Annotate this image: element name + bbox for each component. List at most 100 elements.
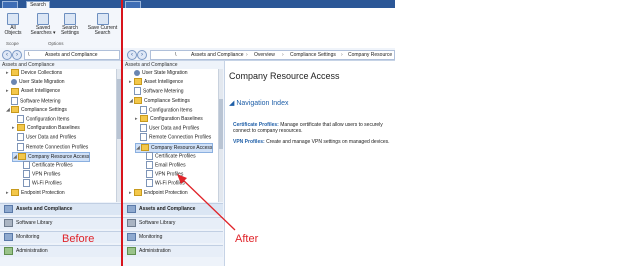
tree-item[interactable]: Certificate Profiles [18,161,73,169]
tree-item-label: Certificate Profiles [155,153,196,160]
tree-item[interactable]: Software Metering [6,96,61,105]
tree-item[interactable]: Remote Connection Profiles [135,133,211,142]
breadcrumb-item[interactable]: Overview [254,51,275,59]
tree-item[interactable]: User Data and Profiles [12,133,76,142]
folder-icon [134,96,142,104]
tree-item[interactable]: User Data and Profiles [135,124,200,133]
breadcrumb-item[interactable]: Compliance Settings [290,51,336,59]
workspace-icon [127,246,136,255]
tree-item-label: Company Resource Access [28,153,90,160]
workspace-button[interactable]: Monitoring [0,231,121,243]
button-label: Objects [4,30,22,36]
folder-icon [11,87,19,95]
tree-item-label: Configuration Baselines [27,125,80,132]
expander-icon[interactable]: ▸ [12,124,16,132]
doc-icon [23,179,30,188]
breadcrumb-root[interactable]: \ [28,51,29,59]
section-title: Navigation Index [236,100,289,107]
doc-icon [134,87,141,96]
doc-icon [140,105,147,114]
search-settings-button[interactable]: Search Settings [58,13,82,36]
breadcrumb-item[interactable]: Assets and Compliance [45,51,98,59]
section-header[interactable]: ◢ Navigation Index [229,99,288,107]
ribbon-collapsed [123,8,395,48]
tree-item[interactable]: ▸ Configuration Baselines [135,115,203,123]
tree-item[interactable]: ▸ Configuration Baselines [12,124,80,132]
before-annotation: Before [62,233,95,245]
nav-index-item: VPN Profiles: Create and manage VPN sett… [233,139,393,145]
tree-item[interactable]: Configuration Items [135,105,193,114]
workspace-button[interactable]: Software Library [0,217,121,229]
breadcrumb[interactable]: \ Assets and Compliance [24,50,120,60]
tree-item-label: Remote Connection Profiles [26,143,89,150]
expander-icon[interactable]: ◢ [6,106,10,114]
page-title: Company Resource Access [229,71,340,81]
folder-icon [17,124,25,132]
tree-item[interactable]: User State Migration [129,69,188,77]
tree-item[interactable]: ▸ Asset Intelligence [129,78,183,86]
back-arrow-icon[interactable]: ‹ [127,50,137,60]
tree-item-label: Email Profiles [155,162,186,169]
tree-item[interactable]: Certificate Profiles [141,151,196,160]
tree-item-label: Asset Intelligence [144,79,184,86]
back-arrow-icon[interactable]: ‹ [2,50,12,60]
tree-item-label: User Data and Profiles [149,125,200,132]
after-console: ‹ › \ Assets and Compliance › Overview ›… [123,0,395,266]
tree-item[interactable]: User State Migration [6,78,65,86]
breadcrumb-root[interactable]: \ [175,51,176,59]
tree-item[interactable]: VPN Profiles [18,170,60,179]
tree-item[interactable]: Email Profiles [141,161,186,169]
tree-item[interactable]: ◢ Compliance Settings [129,96,190,105]
tree-item[interactable]: Software Metering [129,87,184,96]
expander-icon[interactable]: ◢ [13,153,17,161]
button-label: Settings [60,30,80,36]
expander-icon[interactable]: ▸ [129,189,133,197]
save-current-search-button[interactable]: Save Current Search [86,13,119,36]
expander-icon[interactable]: ◢ [129,97,133,105]
tree-item-label: Configuration Items [149,107,193,114]
folder-icon [140,115,148,123]
expander-icon[interactable]: ▸ [129,78,133,86]
doc-icon [23,170,30,179]
tree-item[interactable]: ▸ Device Collections [6,69,62,77]
breadcrumb[interactable]: \ Assets and Compliance › Overview › Com… [150,50,395,60]
tree-item-label: Configuration Items [26,116,70,123]
tree-item[interactable]: Wi-Fi Profiles [18,179,62,188]
tree-item[interactable]: ▸ Asset Intelligence [6,87,60,95]
tree-item-label: User State Migration [142,70,188,76]
breadcrumb-item[interactable]: Company Resource [348,51,392,59]
doc-icon [140,124,147,133]
tree-item[interactable]: Remote Connection Profiles [12,142,89,151]
folder-icon [18,152,26,160]
doc-icon [23,161,30,169]
vpn-profiles-link[interactable]: VPN Profiles: [233,139,265,145]
save-icon [96,13,109,25]
breadcrumb-separator: › [282,52,284,58]
folder-icon [11,188,19,196]
scrollbar-thumb[interactable] [219,99,223,149]
workspace-button[interactable]: Administration [0,245,121,257]
saved-searches-button[interactable]: Saved Searches ▾ [30,13,56,36]
folder-icon [134,78,142,86]
tree-item-label: Software Metering [143,88,184,95]
tree-item[interactable]: ▸ Endpoint Protection [6,188,65,197]
tree-item[interactable]: Configuration Items [12,115,69,123]
group-label-options: Options [48,41,64,46]
tree-item[interactable]: ◢ Compliance Settings [6,105,67,114]
workspace-label: Assets and Compliance [16,206,73,212]
title-bar: Search [0,0,121,9]
group-label-scope: Scope [6,41,19,46]
nav-index-item: Certificate Profiles: Manage certificate… [233,122,393,134]
workspace-button[interactable]: Assets and Compliance [0,203,121,215]
breadcrumb-item[interactable]: Assets and Compliance [191,51,244,59]
forward-arrow-icon[interactable]: › [12,50,22,60]
forward-arrow-icon[interactable]: › [137,50,147,60]
expander-icon[interactable]: ▸ [6,87,10,95]
expander-icon[interactable]: ◢ [136,144,140,152]
navigation-bar: ‹ › \ Assets and Compliance › Overview ›… [123,48,395,61]
expander-icon[interactable]: ▸ [135,115,139,123]
workspace-button[interactable]: Administration [123,245,223,257]
expander-icon[interactable]: ▸ [6,69,10,77]
all-objects-button[interactable]: All Objects [2,13,24,36]
expander-icon[interactable]: ▸ [6,189,10,197]
